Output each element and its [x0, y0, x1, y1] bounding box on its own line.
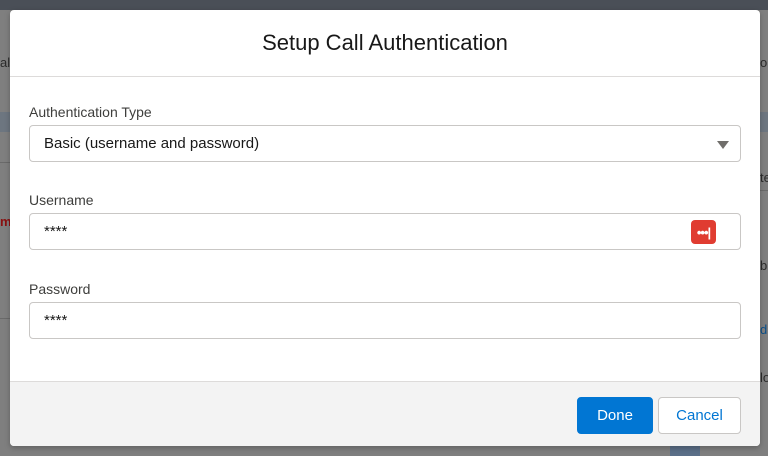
- authentication-type-value: Basic (username and password): [44, 135, 260, 152]
- username-value: ****: [44, 223, 68, 240]
- modal-header: Setup Call Authentication: [10, 10, 760, 77]
- done-button[interactable]: Done: [577, 397, 653, 434]
- background-divider: [0, 318, 10, 319]
- background-text: o: [760, 55, 768, 70]
- password-value: ****: [44, 312, 68, 329]
- modal-title: Setup Call Authentication: [262, 30, 508, 55]
- authentication-type-label: Authentication Type: [29, 104, 152, 120]
- setup-call-authentication-modal: Setup Call Authentication Authentication…: [10, 10, 760, 446]
- background-divider: [760, 190, 768, 191]
- chevron-down-icon: [717, 141, 729, 149]
- username-label: Username: [29, 192, 94, 208]
- cancel-button[interactable]: Cancel: [658, 397, 741, 434]
- background-divider: [0, 162, 10, 163]
- background-text: te: [760, 170, 768, 185]
- password-input[interactable]: ****: [29, 302, 741, 339]
- background-text: al: [0, 55, 11, 70]
- background-text: b: [760, 258, 768, 273]
- modal-body: Authentication Type Basic (username and …: [10, 77, 760, 381]
- background-text: d: [760, 322, 768, 337]
- password-manager-icon[interactable]: •••|: [691, 220, 716, 244]
- background-topbar: [0, 0, 768, 10]
- background-text: lo: [760, 370, 768, 385]
- username-input[interactable]: **** •••|: [29, 213, 741, 250]
- authentication-type-select[interactable]: Basic (username and password): [29, 125, 741, 162]
- password-label: Password: [29, 281, 91, 297]
- modal-footer: Done Cancel: [10, 381, 760, 446]
